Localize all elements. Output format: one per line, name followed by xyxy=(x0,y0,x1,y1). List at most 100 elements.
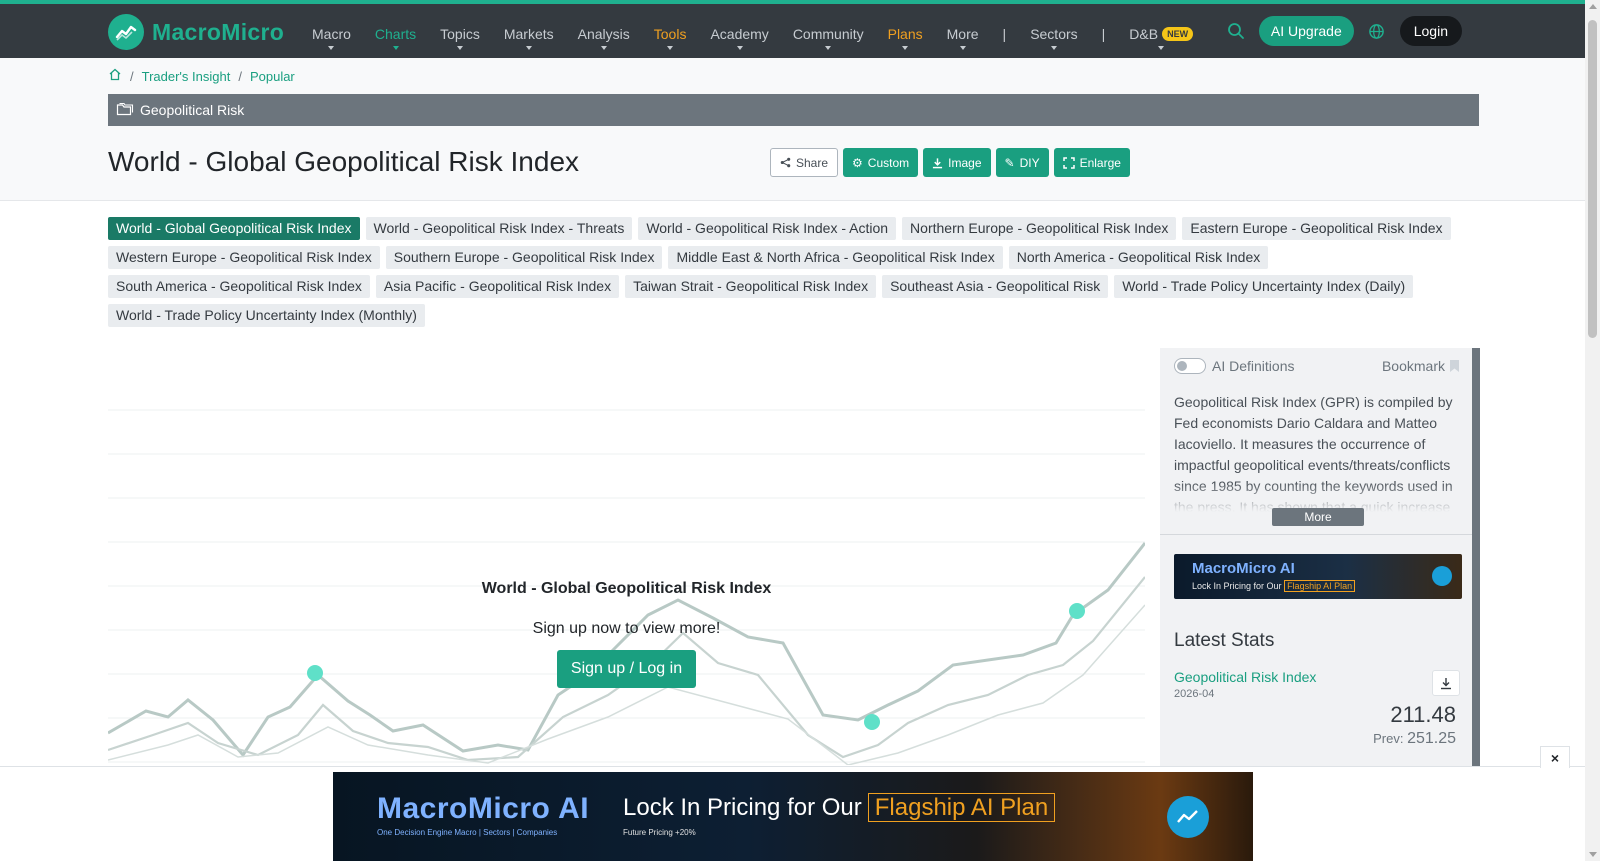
tag-item[interactable]: World - Geopolitical Risk Index - Action xyxy=(638,217,897,240)
share-button[interactable]: Share xyxy=(770,148,839,177)
main-nav: Macro Charts Topics Markets Analysis Too… xyxy=(300,8,1205,58)
caret-down-icon xyxy=(392,46,399,50)
caret-down-icon xyxy=(959,46,966,50)
tag-item[interactable]: Asia Pacific - Geopolitical Risk Index xyxy=(375,275,620,298)
close-ad-button[interactable]: × xyxy=(1540,746,1570,768)
nav-label: Charts xyxy=(374,26,417,42)
nav-topics[interactable]: Topics xyxy=(428,8,492,58)
tag-item[interactable]: Western Europe - Geopolitical Risk Index xyxy=(108,246,380,269)
top-right-actions: AI Upgrade Login xyxy=(1225,16,1462,46)
divider xyxy=(1160,534,1472,535)
breadcrumb-separator: / xyxy=(238,68,242,84)
nav-separator: | xyxy=(1002,26,1007,42)
folder-icon xyxy=(116,102,134,119)
sidebar-ad-banner[interactable]: MacroMicro AI Lock In Pricing for Our Fl… xyxy=(1174,554,1462,599)
ai-definitions-label: AI Definitions xyxy=(1212,358,1295,374)
home-icon[interactable] xyxy=(108,68,122,84)
nav-label: Markets xyxy=(503,26,554,42)
image-label: Image xyxy=(948,155,982,170)
caret-down-icon xyxy=(1050,46,1057,50)
nav-markets[interactable]: Markets xyxy=(492,8,566,58)
caret-down-icon xyxy=(902,46,909,50)
nav-academy[interactable]: Academy xyxy=(698,8,780,58)
nav-community[interactable]: Community xyxy=(781,8,876,58)
enlarge-label: Enlarge xyxy=(1079,155,1121,170)
nav-label: D&B xyxy=(1129,26,1159,42)
breadcrumb-traders-insight[interactable]: Trader's Insight xyxy=(142,69,231,84)
nav-charts[interactable]: Charts xyxy=(363,8,428,58)
breadcrumb-separator: / xyxy=(130,68,134,84)
ad-tagline: One Decision Engine Macro | Sectors | Co… xyxy=(377,828,558,837)
nav-label: Analysis xyxy=(577,26,630,42)
stat-date: 2026-04 xyxy=(1174,688,1215,700)
latest-stats-title: Latest Stats xyxy=(1174,630,1275,651)
nav-label: Topics xyxy=(440,26,480,42)
ai-upgrade-button[interactable]: AI Upgrade xyxy=(1258,16,1354,46)
tag-item[interactable]: North America - Geopolitical Risk Index xyxy=(1008,246,1269,269)
stat-download-button[interactable] xyxy=(1432,670,1460,696)
page-title: World - Global Geopolitical Risk Index xyxy=(108,146,580,177)
scroll-down-arrow-icon[interactable] xyxy=(1589,852,1597,857)
scroll-up-arrow-icon[interactable] xyxy=(1589,4,1597,9)
tag-item[interactable]: World - Trade Policy Uncertainty Index (… xyxy=(1114,275,1414,298)
ai-definitions-toggle[interactable]: AI Definitions xyxy=(1174,358,1294,374)
login-button[interactable]: Login xyxy=(1399,16,1462,46)
stat-name-link[interactable]: Geopolitical Risk Index xyxy=(1174,669,1316,685)
nav-more[interactable]: More xyxy=(935,8,991,58)
share-icon xyxy=(780,157,791,168)
custom-button[interactable]: ⚙ Custom xyxy=(843,148,919,177)
toggle-switch[interactable] xyxy=(1174,358,1206,374)
breadcrumb: / Trader's Insight / Popular xyxy=(108,68,295,84)
signup-login-button[interactable]: Sign up / Log in xyxy=(556,650,697,688)
logo[interactable]: MacroMicro xyxy=(108,14,284,50)
bookmark-icon xyxy=(1450,360,1459,372)
enlarge-button[interactable]: Enlarge xyxy=(1053,148,1130,177)
tag-item[interactable]: World - Geopolitical Risk Index - Threat… xyxy=(365,217,633,240)
globe-icon[interactable] xyxy=(1366,20,1388,42)
caret-down-icon xyxy=(525,46,532,50)
stat-value: 211.48 xyxy=(1390,702,1456,727)
caret-down-icon xyxy=(328,46,335,50)
caret-down-icon xyxy=(1158,46,1165,50)
diy-button[interactable]: ✎ DIY xyxy=(995,148,1049,177)
tag-item[interactable]: Southeast Asia - Geopolitical Risk xyxy=(882,275,1109,298)
bookmark-button[interactable]: Bookmark xyxy=(1382,358,1460,374)
macromicro-ai-icon xyxy=(1432,566,1452,586)
caret-down-icon xyxy=(667,46,674,50)
tag-item[interactable]: Southern Europe - Geopolitical Risk Inde… xyxy=(385,246,663,269)
overlay-subtitle: Sign up now to view more! xyxy=(532,620,721,637)
info-sidebar: AI Definitions Bookmark Geopolitical Ris… xyxy=(1160,348,1480,768)
category-bar[interactable]: Geopolitical Risk xyxy=(108,94,1479,126)
gear-icon: ⚙ xyxy=(852,155,863,170)
tag-item[interactable]: Northern Europe - Geopolitical Risk Inde… xyxy=(902,217,1177,240)
logo-icon xyxy=(108,14,144,50)
tag-item[interactable]: Middle East & North Africa - Geopolitica… xyxy=(668,246,1003,269)
tag-item[interactable]: Taiwan Strait - Geopolitical Risk Index xyxy=(625,275,877,298)
nav-tools[interactable]: Tools xyxy=(642,8,699,58)
breadcrumb-popular[interactable]: Popular xyxy=(250,69,295,84)
overlay-title: World - Global Geopolitical Risk Index xyxy=(481,580,772,597)
more-button[interactable]: More xyxy=(1272,508,1364,526)
search-icon[interactable] xyxy=(1225,20,1247,42)
tag-item[interactable]: World - Trade Policy Uncertainty Index (… xyxy=(108,304,425,327)
scroll-thumb[interactable] xyxy=(1588,20,1597,338)
nav-plans[interactable]: Plans xyxy=(876,8,935,58)
nav-macro[interactable]: Macro xyxy=(300,8,363,58)
nav-sectors[interactable]: Sectors xyxy=(1018,8,1089,58)
tag-item[interactable]: Eastern Europe - Geopolitical Risk Index xyxy=(1182,217,1451,240)
stat-prev-value: 251.25 xyxy=(1407,730,1456,747)
tag-item[interactable]: World - Global Geopolitical Risk Index xyxy=(108,217,360,240)
page-header: / Trader's Insight / Popular Geopolitica… xyxy=(0,58,1585,201)
logo-text: MacroMicro xyxy=(152,18,285,45)
related-charts-tags: World - Global Geopolitical Risk Index W… xyxy=(108,217,1488,327)
bottom-ad-banner[interactable]: MacroMicro AI One Decision Engine Macro … xyxy=(333,772,1253,861)
tag-item[interactable]: South America - Geopolitical Risk Index xyxy=(108,275,370,298)
nav-db[interactable]: D&B NEW xyxy=(1117,8,1205,58)
nav-label: Community xyxy=(792,26,864,42)
definition-text: Geopolitical Risk Index (GPR) is compile… xyxy=(1174,392,1458,512)
nav-analysis[interactable]: Analysis xyxy=(566,8,642,58)
image-button[interactable]: Image xyxy=(923,148,991,177)
stat-prev-label: Prev: xyxy=(1373,731,1404,746)
page-scrollbar[interactable] xyxy=(1585,0,1600,861)
ad-headline: Lock In Pricing for Our Flagship AI Plan xyxy=(623,793,1056,822)
